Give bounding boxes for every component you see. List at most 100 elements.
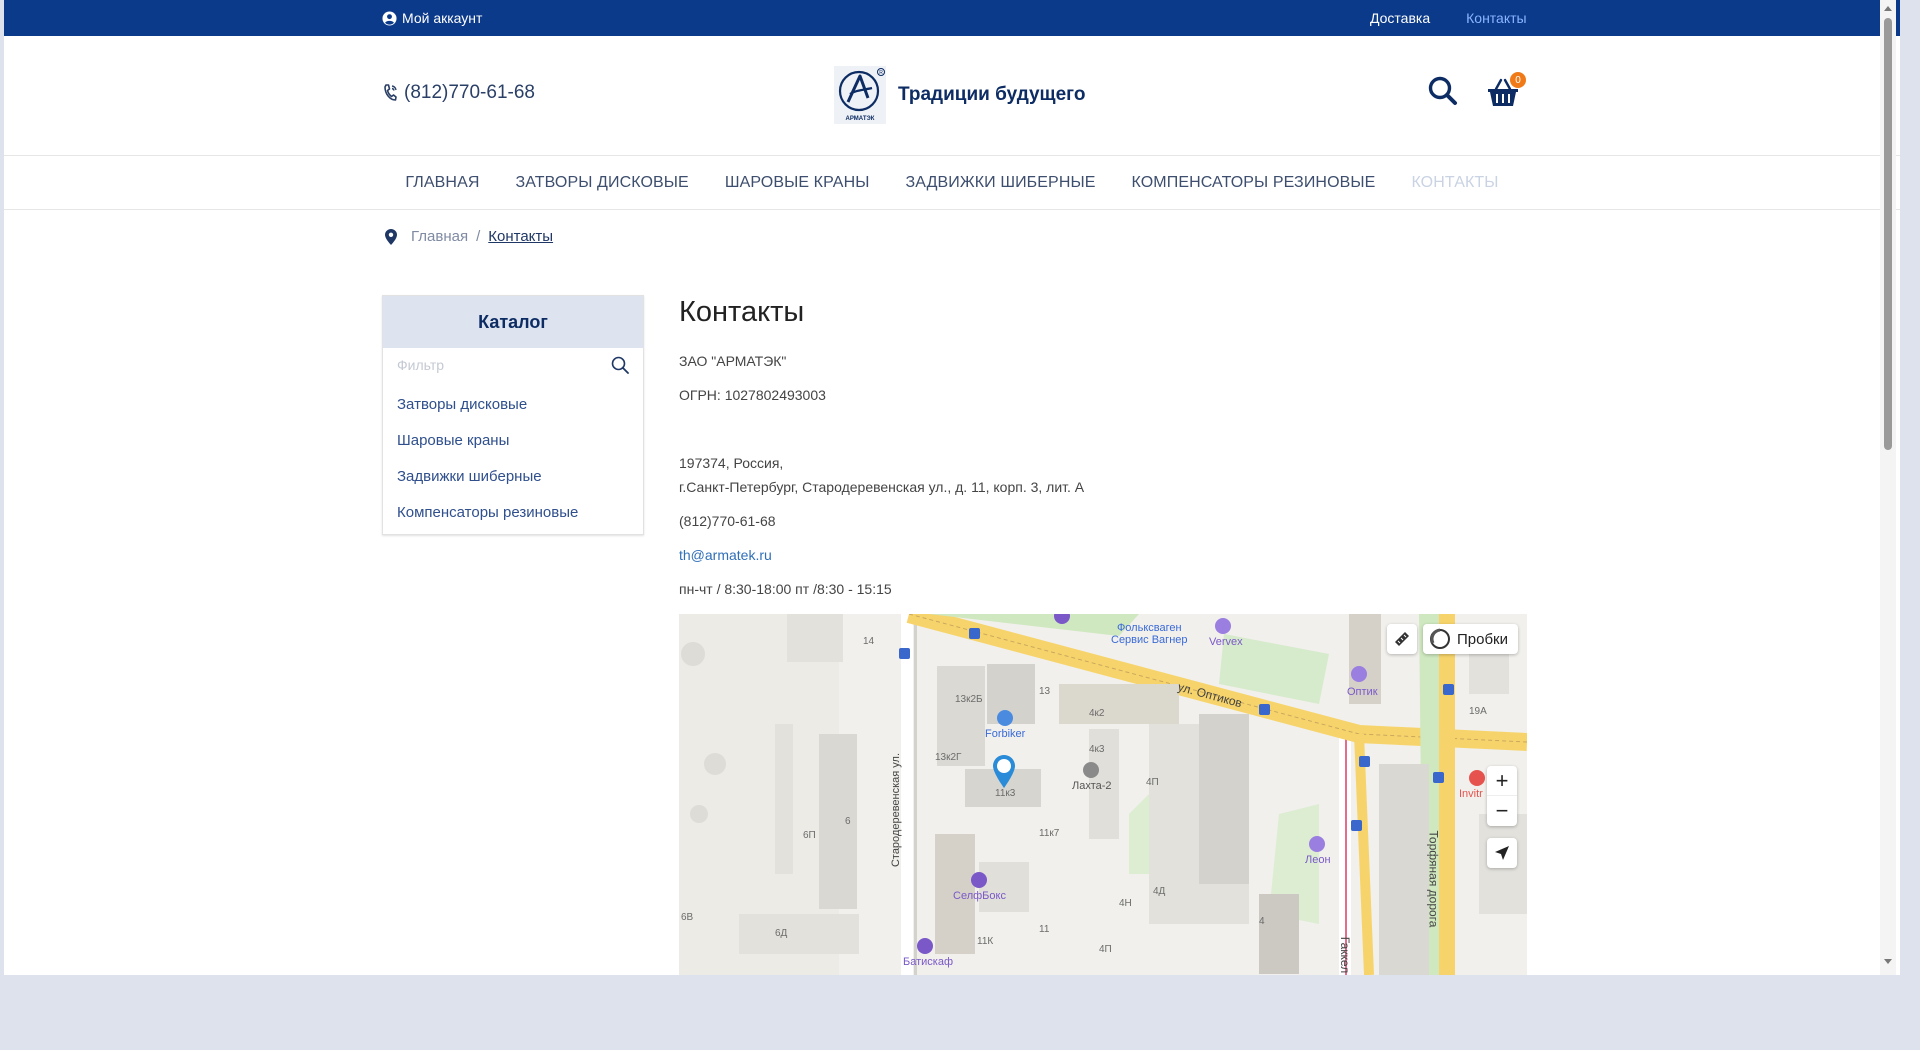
bus-stop-icon <box>899 648 910 659</box>
nav-item-contacts[interactable]: КОНТАКТЫ <box>1411 174 1498 192</box>
map-poi-folkswagen: Фольксваген Сервис Вагнер <box>1111 622 1188 646</box>
search-icon[interactable] <box>611 356 629 374</box>
ruler-icon <box>1395 632 1409 646</box>
page-scrollbar[interactable] <box>1880 0 1896 975</box>
navigation-arrow-icon <box>1495 846 1509 860</box>
logo-emblem: R АРМАТЭК <box>834 66 886 124</box>
bus-stop-icon <box>1351 820 1362 831</box>
map-poi-icon <box>971 872 987 888</box>
nav-item-home[interactable]: ГЛАВНАЯ <box>405 174 479 192</box>
catalog-item: Задвижки шиберные <box>383 458 643 494</box>
map-geolocation-button[interactable] <box>1487 838 1517 868</box>
scrollbar-thumb[interactable] <box>1884 18 1892 450</box>
search-icon[interactable] <box>1426 74 1460 108</box>
map-poi-forbiker: Forbiker <box>985 728 1026 740</box>
email-row: th@armatek.ru <box>679 545 1527 565</box>
email-link[interactable]: th@armatek.ru <box>679 547 772 563</box>
map-poi-icon <box>917 938 933 954</box>
traffic-light-icon <box>1430 628 1450 649</box>
catalog-link-disc-valves[interactable]: Затворы дисковые <box>397 396 527 413</box>
map-poi-leon: Леон <box>1305 854 1331 866</box>
top-links: Доставка Контакты <box>1370 0 1527 36</box>
map-street-torf: Торфяная дорога <box>1426 830 1441 928</box>
map-building-number: 4Н <box>1119 898 1132 909</box>
map-building-number: 6В <box>681 912 694 923</box>
catalog-link-rubber-compensators[interactable]: Компенсаторы резиновые <box>397 504 578 521</box>
map-building-number: 4П <box>1146 777 1159 788</box>
bus-stop-icon <box>1433 772 1444 783</box>
contacts-top-link[interactable]: Контакты <box>1466 10 1526 26</box>
catalog-filter-input[interactable] <box>383 348 643 382</box>
site-logo[interactable]: R АРМАТЭК Традиции будущего <box>834 66 1085 124</box>
map-location-marker-icon[interactable] <box>992 754 1016 790</box>
map-street-gakkel: Гаккел <box>1338 936 1353 974</box>
map-traffic-button[interactable]: Пробки <box>1423 624 1518 654</box>
phone-icon <box>384 84 397 101</box>
map-poi-icon <box>1215 618 1231 634</box>
map-building-number: 4к3 <box>1089 744 1105 755</box>
nav-item-disc-valves[interactable]: ЗАТВОРЫ ДИСКОВЫЕ <box>516 174 689 192</box>
delivery-link[interactable]: Доставка <box>1370 10 1430 26</box>
cart-count-badge: 0 <box>1510 72 1526 88</box>
contact-phone: (812)770-61-68 <box>679 513 776 529</box>
catalog-item: Затворы дисковые <box>383 386 643 422</box>
zoom-in-button[interactable]: + <box>1487 766 1517 796</box>
address-line-1: 197374, Россия, <box>679 455 784 471</box>
map-ruler-button[interactable] <box>1387 624 1417 654</box>
logo-slogan: Традиции будущего <box>898 84 1086 105</box>
map-canvas <box>679 614 1527 975</box>
zoom-out-button[interactable]: − <box>1487 796 1517 826</box>
nav-item-ball-valves[interactable]: ШАРОВЫЕ КРАНЫ <box>725 174 870 192</box>
main-nav: ГЛАВНАЯ ЗАТВОРЫ ДИСКОВЫЕ ШАРОВЫЕ КРАНЫ З… <box>4 156 1900 210</box>
catalog-link-ball-valves[interactable]: Шаровые краны <box>397 432 509 449</box>
map-poi-optik: Оптик <box>1347 686 1378 698</box>
breadcrumb: Главная / Контакты <box>385 228 553 245</box>
location-map[interactable]: 14 13к2Б 13 4к2 4к3 13к2Г 11к3 4П 6П 6 1… <box>679 614 1527 975</box>
catalog-item: Шаровые краны <box>383 422 643 458</box>
my-account-label: Мой аккаунт <box>402 10 483 26</box>
cart-button[interactable]: 0 <box>1486 72 1526 110</box>
nav-item-gate-valves[interactable]: ЗАДВИЖКИ ШИБЕРНЫЕ <box>906 174 1096 192</box>
map-building-number: 4Д <box>1153 886 1166 897</box>
svg-text:R: R <box>879 70 883 76</box>
company-name: ЗАО "АРМАТЭК" <box>679 353 787 369</box>
top-bar: Мой аккаунт Доставка Контакты <box>4 0 1900 36</box>
user-icon <box>382 10 397 26</box>
page-title: Контакты <box>679 296 805 328</box>
map-poi-invitro: Invitr <box>1459 788 1483 800</box>
scroll-down-icon[interactable] <box>1880 954 1896 970</box>
map-building-number: 6П <box>803 830 816 841</box>
breadcrumb-home[interactable]: Главная <box>411 228 468 245</box>
header-phone-text: (812)770-61-68 <box>404 82 535 103</box>
map-building-number: 4П <box>1099 944 1112 955</box>
scroll-up-icon[interactable] <box>1880 0 1896 16</box>
map-building-number: 11 <box>1039 924 1050 935</box>
site-header: (812)770-61-68 R АРМАТЭК Традиции будуще… <box>4 36 1900 156</box>
working-hours: пн-чт / 8:30-18:00 пт /8:30 - 15:15 <box>679 581 892 597</box>
map-building-number: 13к2Г <box>935 752 962 763</box>
map-street-starod: Стародеревенская ул. <box>890 752 903 868</box>
header-phone[interactable]: (812)770-61-68 <box>382 82 535 104</box>
bus-stop-icon <box>1443 684 1454 695</box>
catalog-list: Затворы дисковые Шаровые краны Задвижки … <box>383 382 643 534</box>
my-account-link[interactable]: Мой аккаунт <box>382 0 482 36</box>
map-traffic-label: Пробки <box>1457 630 1508 648</box>
map-building-number: 13к2Б <box>955 694 983 705</box>
map-zoom-control: + − <box>1487 766 1517 826</box>
map-poi-selfboks: СелфБокс <box>953 890 1006 902</box>
breadcrumb-current[interactable]: Контакты <box>488 228 553 245</box>
map-poi-vervex: Vervex <box>1209 636 1243 648</box>
map-building-number: 4к2 <box>1089 708 1105 719</box>
map-building-number: 13 <box>1039 686 1051 697</box>
map-building-number: 11К <box>977 936 994 947</box>
bus-stop-icon <box>969 628 980 639</box>
nav-item-rubber-compensators[interactable]: КОМПЕНСАТОРЫ РЕЗИНОВЫЕ <box>1132 174 1376 192</box>
map-poi-batiskaf: Батискаф <box>903 956 953 968</box>
map-poi-icon <box>1469 770 1485 786</box>
map-poi-icon <box>1309 836 1325 852</box>
map-building-number: 14 <box>863 636 875 647</box>
breadcrumb-separator: / <box>476 228 481 245</box>
map-building-number: 4 <box>1259 916 1265 927</box>
catalog-link-gate-valves[interactable]: Задвижки шиберные <box>397 468 542 485</box>
map-building-number: 6Д <box>775 928 788 939</box>
